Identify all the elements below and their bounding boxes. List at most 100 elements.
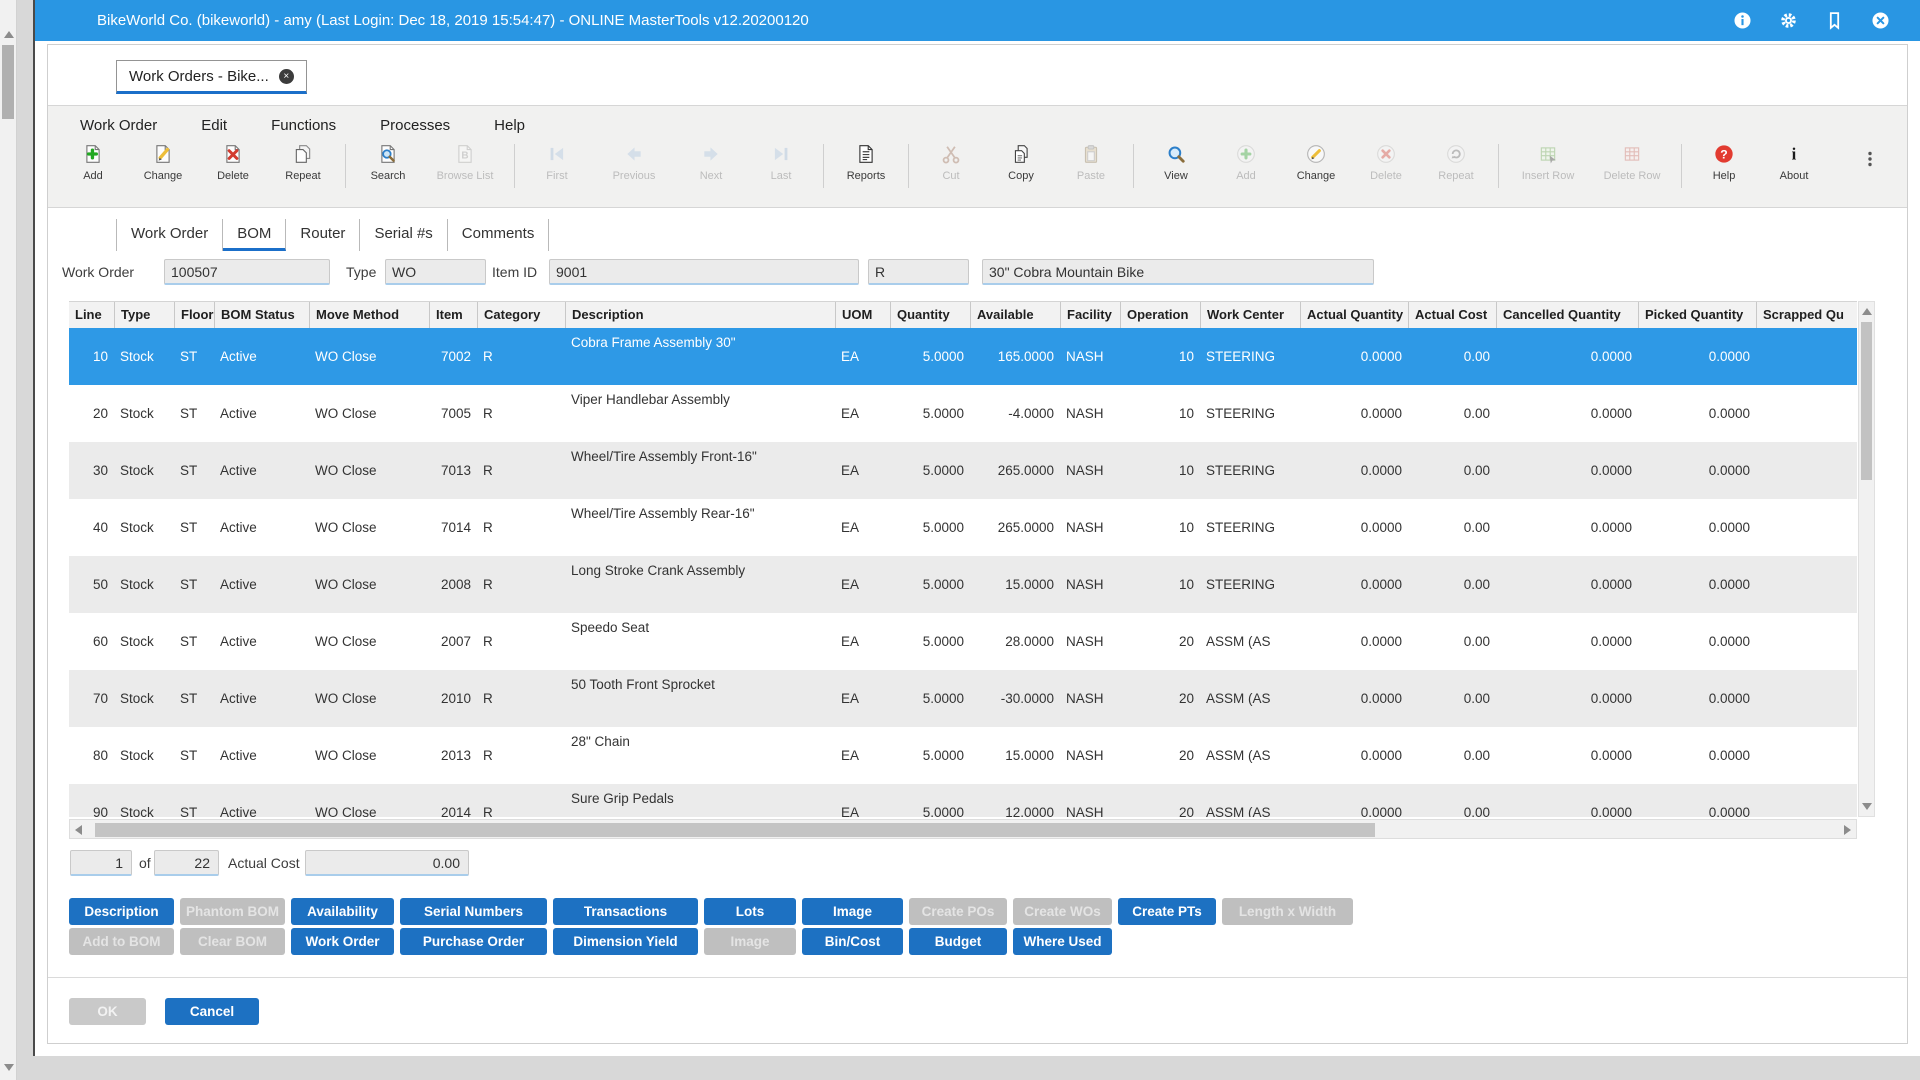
table-vertical-scrollbar[interactable]	[1858, 301, 1875, 817]
column-header-description[interactable]: Description	[565, 302, 835, 328]
table-scrollbar-thumb[interactable]	[1861, 322, 1872, 480]
tab-serial-s[interactable]: Serial #s	[360, 219, 447, 251]
table-row[interactable]: 80StockSTActiveWO Close2013R28" ChainEA5…	[69, 727, 1857, 784]
menu-edit[interactable]: Edit	[179, 113, 249, 139]
scroll-right-icon[interactable]	[1844, 825, 1851, 835]
item-category-input[interactable]: R	[868, 259, 969, 285]
menu-processes[interactable]: Processes	[358, 113, 472, 139]
toolbar-reports-button[interactable]: Reports	[831, 144, 901, 182]
column-header-move-method[interactable]: Move Method	[309, 302, 429, 328]
toolbar-view-button[interactable]: View	[1141, 144, 1211, 182]
work-order-button[interactable]: Work Order	[291, 928, 394, 955]
scroll-up-icon[interactable]	[4, 31, 14, 38]
bin-cost-button[interactable]: Bin/Cost	[802, 928, 903, 955]
lots-button[interactable]: Lots	[704, 898, 796, 925]
column-header-picked-quantity[interactable]: Picked Quantity	[1638, 302, 1756, 328]
toolbar-about-button[interactable]: About	[1759, 144, 1829, 182]
table-row[interactable]: 30StockSTActiveWO Close7013RWheel/Tire A…	[69, 442, 1857, 499]
column-header-available[interactable]: Available	[970, 302, 1060, 328]
column-header-actual-cost[interactable]: Actual Cost	[1408, 302, 1496, 328]
column-header-floor[interactable]: Floor	[174, 302, 214, 328]
table-row[interactable]: 70StockSTActiveWO Close2010R50 Tooth Fro…	[69, 670, 1857, 727]
bookmark-icon[interactable]	[1825, 11, 1844, 30]
toolbar-repeat-button[interactable]: Repeat	[268, 144, 338, 182]
column-header-bom-status[interactable]: BOM Status	[214, 302, 309, 328]
dimension-yield-button[interactable]: Dimension Yield	[553, 928, 698, 955]
horizontal-scrollbar-thumb[interactable]	[95, 823, 1375, 837]
cell-work-center: ASSM (AS	[1200, 784, 1300, 817]
serial-numbers-button[interactable]: Serial Numbers	[400, 898, 547, 925]
column-header-operation[interactable]: Operation	[1120, 302, 1200, 328]
column-header-uom[interactable]: UOM	[835, 302, 890, 328]
page-scrollbar-thumb[interactable]	[2, 45, 14, 119]
column-header-actual-quantity[interactable]: Actual Quantity	[1300, 302, 1408, 328]
image-button[interactable]: Image	[802, 898, 903, 925]
column-header-work-center[interactable]: Work Center	[1200, 302, 1300, 328]
transactions-button[interactable]: Transactions	[553, 898, 698, 925]
tab-router[interactable]: Router	[286, 219, 360, 251]
page-count-input[interactable]: 22	[154, 850, 219, 876]
cell-quantity: 5.0000	[890, 385, 970, 442]
cell-actual-cost: 0.00	[1408, 328, 1496, 385]
description-button[interactable]: Description	[69, 898, 174, 925]
cell-actual-quantity: 0.0000	[1300, 385, 1408, 442]
table-row[interactable]: 60StockSTActiveWO Close2007RSpeedo SeatE…	[69, 613, 1857, 670]
toolbar-change-button[interactable]: Change	[128, 144, 198, 182]
create-pts-button[interactable]: Create PTs	[1118, 898, 1216, 925]
where-used-button[interactable]: Where Used	[1013, 928, 1112, 955]
column-header-type[interactable]: Type	[114, 302, 174, 328]
tab-comments[interactable]: Comments	[448, 219, 550, 251]
actual-cost-input[interactable]: 0.00	[305, 850, 469, 876]
column-header-category[interactable]: Category	[477, 302, 565, 328]
table-row[interactable]: 90StockSTActiveWO Close2014RSure Grip Pe…	[69, 784, 1857, 817]
close-icon[interactable]	[1871, 11, 1890, 30]
tab-work-order[interactable]: Work Order	[116, 219, 223, 251]
toolbar-add-button[interactable]: Add	[58, 144, 128, 182]
menu-work-order[interactable]: Work Order	[58, 113, 179, 139]
toolbar-search-button[interactable]: Search	[353, 144, 423, 182]
settings-gear-icon[interactable]	[1779, 11, 1798, 30]
column-header-quantity[interactable]: Quantity	[890, 302, 970, 328]
work-order-input[interactable]: 100507	[164, 259, 330, 285]
toolbar-help-button[interactable]: Help	[1689, 144, 1759, 182]
scroll-left-icon[interactable]	[75, 825, 82, 835]
availability-button[interactable]: Availability	[291, 898, 394, 925]
table-row[interactable]: 10StockSTActiveWO Close7002RCobra Frame …	[69, 328, 1857, 385]
cell-uom: EA	[835, 670, 890, 727]
budget-button[interactable]: Budget	[909, 928, 1007, 955]
column-header-item[interactable]: Item	[429, 302, 477, 328]
item-description-input[interactable]: 30" Cobra Mountain Bike	[982, 259, 1374, 285]
toolbar-overflow-icon[interactable]	[1861, 144, 1879, 173]
item-id-input[interactable]: 9001	[549, 259, 859, 285]
cancel-button[interactable]: Cancel	[165, 998, 259, 1025]
toolbar-button-label: First	[546, 170, 567, 182]
scroll-up-icon[interactable]	[1862, 308, 1872, 315]
document-tab[interactable]: Work Orders - Bike... ×	[116, 60, 307, 94]
table-row[interactable]: 50StockSTActiveWO Close2008RLong Stroke …	[69, 556, 1857, 613]
column-header-cancelled-quantity[interactable]: Cancelled Quantity	[1496, 302, 1638, 328]
table-row[interactable]: 20StockSTActiveWO Close7005RViper Handle…	[69, 385, 1857, 442]
page-vertical-scrollbar[interactable]	[0, 0, 17, 1080]
current-page-input[interactable]: 1	[70, 850, 132, 876]
purchase-order-button[interactable]: Purchase Order	[400, 928, 547, 955]
cell-available: 265.0000	[970, 442, 1060, 499]
table-horizontal-scrollbar[interactable]	[69, 819, 1857, 839]
info-icon[interactable]	[1733, 11, 1752, 30]
toolbar-copy-button[interactable]: Copy	[986, 144, 1056, 182]
column-header-scrapped-qu[interactable]: Scrapped Qu	[1756, 302, 1857, 328]
menu-help[interactable]: Help	[472, 113, 547, 139]
column-header-line[interactable]: Line	[69, 302, 114, 328]
menu-functions[interactable]: Functions	[249, 113, 358, 139]
cell-work-center: STEERING	[1200, 556, 1300, 613]
cell-actual-cost: 0.00	[1408, 556, 1496, 613]
tab-close-icon[interactable]: ×	[279, 69, 294, 84]
toolbar-change-button[interactable]: Change	[1281, 144, 1351, 182]
cell-facility: NASH	[1060, 613, 1120, 670]
toolbar-delete-button[interactable]: Delete	[198, 144, 268, 182]
scroll-down-icon[interactable]	[1862, 803, 1872, 810]
table-row[interactable]: 40StockSTActiveWO Close7014RWheel/Tire A…	[69, 499, 1857, 556]
type-input[interactable]: WO	[385, 259, 486, 285]
tab-bom[interactable]: BOM	[223, 219, 286, 251]
column-header-facility[interactable]: Facility	[1060, 302, 1120, 328]
scroll-down-icon[interactable]	[4, 1064, 14, 1071]
